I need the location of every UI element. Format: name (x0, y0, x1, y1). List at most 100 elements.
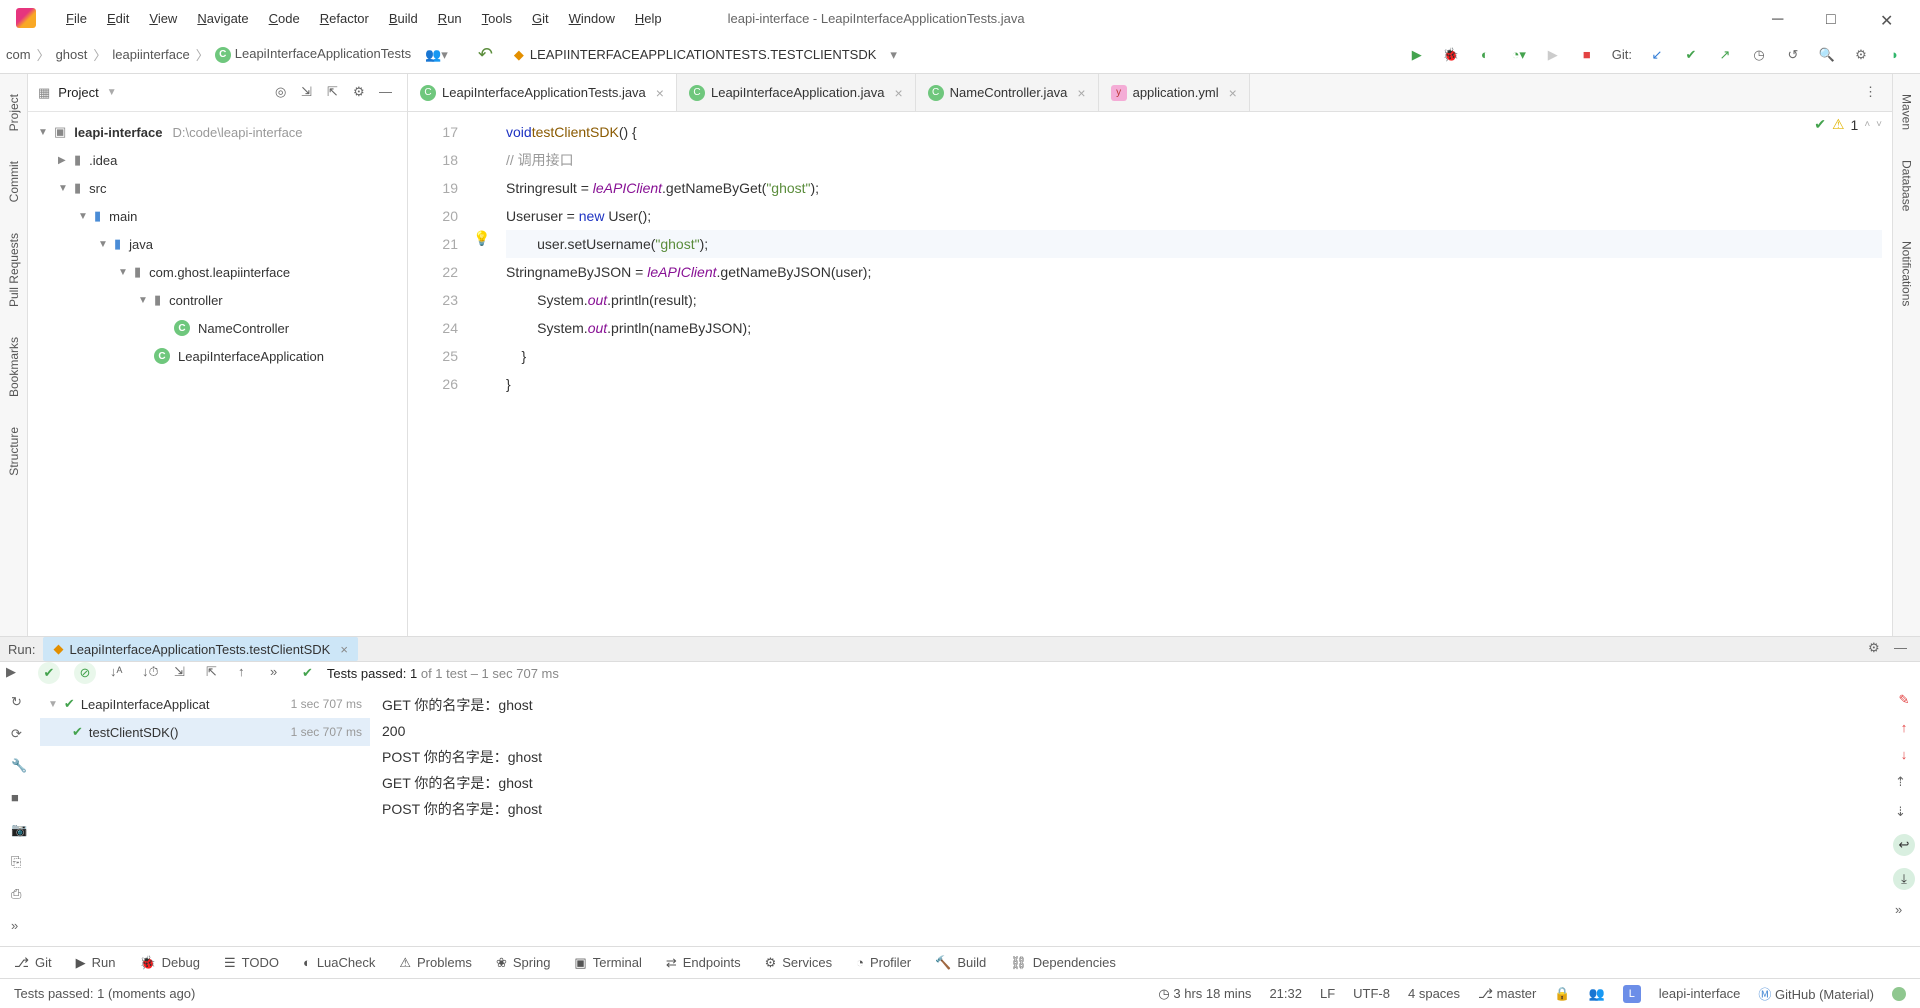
tree-item[interactable]: ▼▮main (28, 202, 407, 230)
tool-problems[interactable]: ⚠Problems (399, 955, 472, 971)
menu-navigate[interactable]: Navigate (187, 7, 258, 30)
sort-dur-icon[interactable]: ↓⏱ (142, 664, 160, 682)
tool-todo[interactable]: ☰TODO (224, 955, 279, 971)
hide-icon[interactable]: — (379, 84, 397, 102)
console-output[interactable]: GET 你的名字是：ghost200POST 你的名字是：ghostGET 你的… (370, 684, 1888, 946)
menu-edit[interactable]: Edit (97, 7, 139, 30)
menu-build[interactable]: Build (379, 7, 428, 30)
caret-position[interactable]: 21:32 (1269, 986, 1302, 1001)
rail-database[interactable]: Database (1900, 160, 1914, 211)
tree-item[interactable]: CLeapiInterfaceApplication (28, 342, 407, 370)
attach-icon[interactable]: ▶ (1544, 46, 1562, 64)
more-icon[interactable]: » (270, 664, 288, 682)
inspection-widget[interactable]: ✔ ⚠ 1 ˄ ˅ (1814, 116, 1882, 133)
search-icon[interactable]: 🔍 (1818, 46, 1836, 64)
menu-code[interactable]: Code (259, 7, 310, 30)
debug-icon[interactable]: 🐞 (1442, 46, 1460, 64)
code-editor[interactable]: 17181920212223242526 💡 void testClientSD… (408, 112, 1892, 636)
rail-project[interactable]: Project (7, 94, 21, 131)
close-icon[interactable]: ✕ (1880, 11, 1894, 25)
prev-icon[interactable]: ↑ (238, 664, 256, 682)
menu-view[interactable]: View (139, 7, 187, 30)
run-configuration-selector[interactable]: ◆ LEAPIINTERFACEAPPLICATIONTESTS.TESTCLI… (503, 44, 908, 66)
rerun-icon[interactable]: ▶ (6, 664, 24, 682)
line-sep[interactable]: LF (1320, 986, 1335, 1001)
indent[interactable]: 4 spaces (1408, 986, 1460, 1001)
history-icon[interactable]: ◷ (1750, 46, 1768, 64)
expand-all-icon[interactable]: ⇲ (301, 84, 319, 102)
breadcrumb-item[interactable]: ghost (56, 47, 88, 62)
more-icon[interactable]: » (1895, 902, 1913, 920)
editor-tab[interactable]: CLeapiInterfaceApplication.java× (677, 74, 916, 111)
camera-icon[interactable]: 📷 (11, 822, 29, 840)
tabs-more-icon[interactable]: ⋮ (1864, 84, 1882, 102)
tool-services[interactable]: ⚙Services (765, 955, 833, 971)
soft-wrap-icon[interactable]: ↩ (1893, 834, 1915, 856)
rail-commit[interactable]: Commit (7, 161, 21, 202)
status-project[interactable]: leapi-interface (1659, 986, 1741, 1001)
tool-profiler[interactable]: ◔Profiler (856, 955, 911, 970)
encoding[interactable]: UTF-8 (1353, 986, 1390, 1001)
test-row[interactable]: ▼✔LeapiInterfaceApplicat1 sec 707 ms (40, 690, 370, 718)
tree-item[interactable]: ▼▮src (28, 174, 407, 202)
tree-root[interactable]: ▼ ▣ leapi-interface D:\code\leapi-interf… (28, 118, 407, 146)
close-icon[interactable]: × (656, 85, 664, 101)
run-icon[interactable]: ▶ (1408, 46, 1426, 64)
menu-refactor[interactable]: Refactor (310, 7, 379, 30)
maximize-icon[interactable]: □ (1826, 11, 1840, 25)
close-icon[interactable]: × (894, 85, 902, 101)
rail-maven[interactable]: Maven (1900, 94, 1914, 130)
git-branch[interactable]: ⎇ master (1478, 986, 1536, 1002)
expand-icon[interactable]: ⇲ (174, 664, 192, 682)
tool-luacheck[interactable]: ◐LuaCheck (303, 955, 375, 970)
collapse-all-icon[interactable]: ⇱ (327, 84, 345, 102)
memory-indicator-icon[interactable] (1892, 987, 1906, 1001)
settings-icon[interactable]: ⚙ (1868, 640, 1886, 658)
tree-item[interactable]: ▼▮java (28, 230, 407, 258)
tool-git[interactable]: ⎇Git (14, 955, 52, 971)
menu-run[interactable]: Run (428, 7, 472, 30)
users-icon[interactable]: 👥▾ (425, 47, 448, 63)
theme-label[interactable]: Ⓜ GitHub (Material) (1758, 984, 1874, 1003)
tool-endpoints[interactable]: ⇄Endpoints (666, 955, 741, 971)
tool-run[interactable]: ▶Run (76, 955, 116, 971)
more-icon[interactable]: » (11, 918, 29, 936)
tool-spring[interactable]: ❀Spring (496, 955, 550, 971)
tree-item[interactable]: ▼▮controller (28, 286, 407, 314)
breadcrumb-item[interactable]: leapiinterface (112, 47, 189, 62)
settings-icon[interactable]: ⚙ (1852, 46, 1870, 64)
editor-tab[interactable]: CLeapiInterfaceApplicationTests.java× (408, 74, 677, 111)
commit-icon[interactable]: ✔ (1682, 46, 1700, 64)
menu-help[interactable]: Help (625, 7, 672, 30)
bottom-icon[interactable]: ⇣ (1895, 804, 1913, 822)
rollback-icon[interactable]: ↺ (1784, 46, 1802, 64)
hide-icon[interactable]: — (1894, 640, 1912, 658)
minimize-icon[interactable]: ─ (1772, 11, 1786, 25)
breadcrumb-item[interactable]: com (6, 47, 31, 62)
run-tab[interactable]: ◆ LeapiInterfaceApplicationTests.testCli… (43, 637, 357, 661)
select-opened-icon[interactable]: ◎ (275, 84, 293, 102)
coverage-icon[interactable]: ◐ (1476, 46, 1494, 64)
marker-icon[interactable]: ✎ (1899, 692, 1910, 708)
push-icon[interactable]: ↗ (1716, 46, 1734, 64)
top-icon[interactable]: ⇡ (1895, 774, 1913, 792)
tool-build[interactable]: 🔨Build (935, 955, 986, 971)
close-icon[interactable]: × (1077, 85, 1085, 101)
breadcrumb-item[interactable]: CLeapiInterfaceApplicationTests (215, 46, 411, 63)
test-row[interactable]: ✔testClientSDK()1 sec 707 ms (40, 718, 370, 746)
stop-icon[interactable]: ■ (1578, 46, 1596, 64)
menu-git[interactable]: Git (522, 7, 559, 30)
tool-terminal[interactable]: ▣Terminal (574, 955, 641, 971)
menu-file[interactable]: File (56, 7, 97, 30)
menu-window[interactable]: Window (559, 7, 625, 30)
rail-bookmarks[interactable]: Bookmarks (7, 337, 21, 397)
tree-item[interactable]: ▼▮com.ghost.leapiinterface (28, 258, 407, 286)
rail-pull-requests[interactable]: Pull Requests (7, 233, 21, 307)
collapse-icon[interactable]: ⇱ (206, 664, 224, 682)
import-icon[interactable]: ⎙ (11, 886, 29, 904)
code-with-me-icon[interactable]: ◗ (1886, 46, 1904, 64)
profile-icon[interactable]: ◔▾ (1510, 46, 1528, 64)
menu-tools[interactable]: Tools (472, 7, 522, 30)
editor-tab[interactable]: CNameController.java× (916, 74, 1099, 111)
sort-alpha-icon[interactable]: ↓ᴬ (110, 664, 128, 682)
